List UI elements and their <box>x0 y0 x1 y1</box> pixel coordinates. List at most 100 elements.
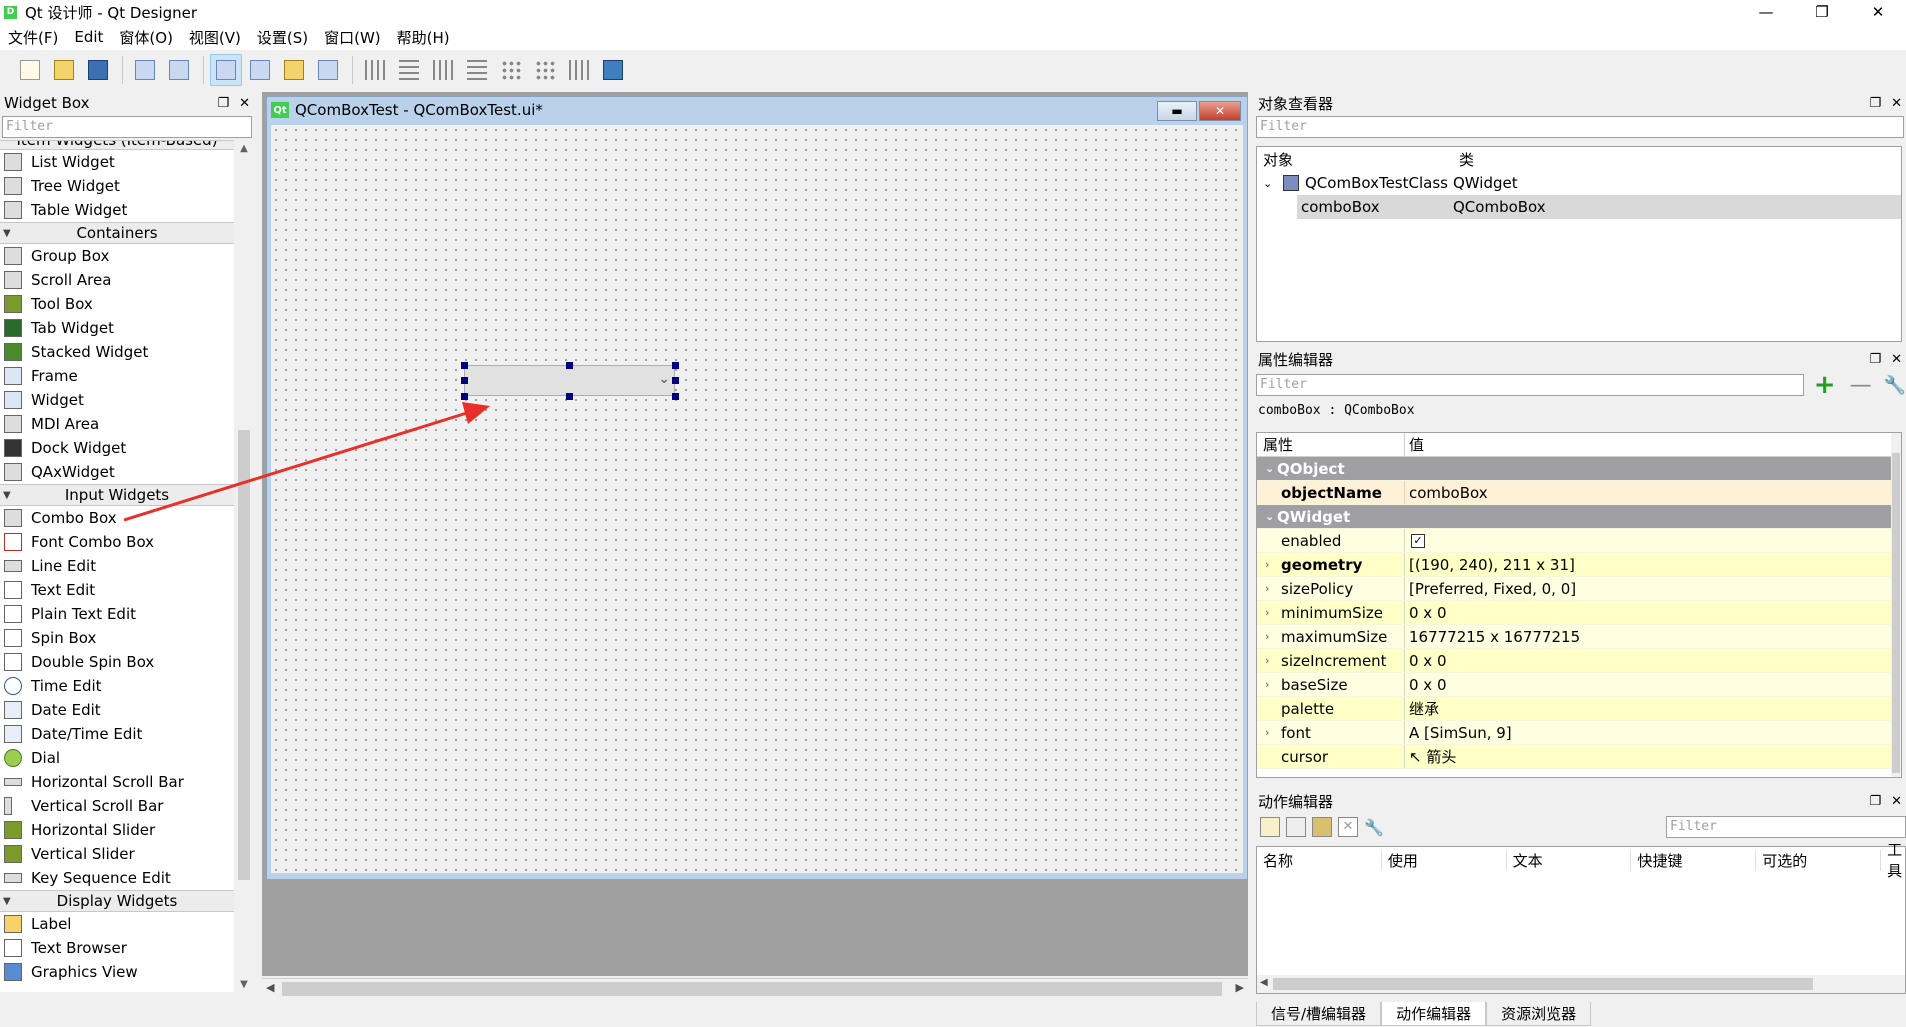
widget-item[interactable]: MDI Area <box>0 412 234 436</box>
property-value[interactable]: comboBox <box>1405 484 1488 502</box>
form-minimize-button[interactable]: ▬ <box>1157 101 1197 121</box>
widget-item[interactable]: Dock Widget <box>0 436 234 460</box>
resize-handle[interactable] <box>672 377 679 384</box>
widget-item[interactable]: Group Box <box>0 244 234 268</box>
edit-widgets-button[interactable] <box>210 54 242 86</box>
chevron-right-icon[interactable]: › <box>1265 582 1269 595</box>
property-row[interactable]: cursor ↖ 箭头 <box>1257 745 1901 769</box>
float-icon[interactable]: ❐ <box>1869 794 1881 809</box>
widget-item[interactable]: Frame <box>0 364 234 388</box>
chevron-right-icon[interactable]: › <box>1265 726 1269 739</box>
property-row[interactable]: › baseSize 0 x 0 <box>1257 673 1901 697</box>
property-filter-input[interactable]: Filter <box>1256 374 1804 396</box>
widget-item[interactable]: Tool Box <box>0 292 234 316</box>
widget-item[interactable]: Horizontal Slider <box>0 818 234 842</box>
property-row[interactable]: › maximumSize 16777215 x 16777215 <box>1257 625 1901 649</box>
widget-item[interactable]: Vertical Scroll Bar <box>0 794 234 818</box>
column-header-class[interactable]: 类 <box>1453 149 1474 170</box>
property-value[interactable]: ↖ 箭头 <box>1405 746 1456 767</box>
layout-v-splitter-button[interactable] <box>461 54 493 86</box>
form-canvas[interactable]: ⌄ <box>271 125 1243 873</box>
category-input-widgets[interactable]: ▼ Input Widgets <box>0 484 234 506</box>
layout-vertical-button[interactable] <box>393 54 425 86</box>
configure-icon[interactable]: 🔧 <box>1884 375 1906 396</box>
widget-item[interactable]: Time Edit <box>0 674 234 698</box>
menu-settings[interactable]: 设置(S) <box>249 27 316 48</box>
menu-form[interactable]: 窗体(O) <box>111 27 181 48</box>
column-header-value[interactable]: 值 <box>1405 434 1424 455</box>
action-table-scrollbar[interactable]: ◀ <box>1257 975 1905 993</box>
layout-h-splitter-button[interactable] <box>427 54 459 86</box>
resize-handle[interactable] <box>672 362 679 369</box>
widget-item[interactable]: QAxWidget <box>0 460 234 484</box>
column-header-object[interactable]: 对象 <box>1257 149 1453 170</box>
dock-close-icon[interactable]: ✕ <box>1891 794 1902 809</box>
scroll-left-icon[interactable]: ◀ <box>266 981 274 994</box>
menu-window[interactable]: 窗口(W) <box>316 27 389 48</box>
configure-icon[interactable]: 🔧 <box>1364 818 1384 837</box>
layout-grid-button[interactable] <box>495 54 527 86</box>
category-item-widgets[interactable]: Item Widgets (Item-Based) <box>0 140 234 150</box>
remove-property-icon[interactable]: — <box>1850 373 1872 398</box>
new-form-button[interactable] <box>14 54 46 86</box>
property-value[interactable]: [(190, 240), 211 x 31] <box>1405 556 1575 574</box>
chevron-right-icon[interactable]: › <box>1265 678 1269 691</box>
column-header[interactable]: 使用 <box>1382 849 1507 871</box>
new-action-icon[interactable] <box>1260 817 1280 837</box>
property-scrollbar[interactable] <box>1891 433 1901 777</box>
layout-form-button[interactable] <box>529 54 561 86</box>
widget-item[interactable]: Text Edit <box>0 578 234 602</box>
maximize-button[interactable]: ❐ <box>1794 0 1850 24</box>
send-to-back-button[interactable] <box>129 54 161 86</box>
column-header-property[interactable]: 属性 <box>1257 433 1405 456</box>
combo-box-widget[interactable]: ⌄ <box>464 365 675 396</box>
bring-to-front-button[interactable] <box>163 54 195 86</box>
property-value[interactable]: 0 x 0 <box>1405 652 1447 670</box>
edit-signals-slots-button[interactable] <box>244 54 276 86</box>
property-row[interactable]: › sizePolicy [Preferred, Fixed, 0, 0] <box>1257 577 1901 601</box>
property-value[interactable]: A [SimSun, 9] <box>1405 724 1512 742</box>
resize-handle[interactable] <box>566 362 573 369</box>
category-display-widgets[interactable]: ▼ Display Widgets <box>0 890 234 912</box>
edit-tab-order-button[interactable] <box>312 54 344 86</box>
property-value[interactable]: 16777215 x 16777215 <box>1405 628 1580 646</box>
widget-item[interactable]: Scroll Area <box>0 268 234 292</box>
scrollbar-thumb[interactable] <box>1273 978 1813 990</box>
widget-item[interactable]: Dial <box>0 746 234 770</box>
menu-help[interactable]: 帮助(H) <box>389 27 458 48</box>
column-header[interactable]: 名称 <box>1257 849 1382 871</box>
property-row[interactable]: › sizeIncrement 0 x 0 <box>1257 649 1901 673</box>
menu-edit[interactable]: Edit <box>66 28 111 46</box>
property-value[interactable]: [Preferred, Fixed, 0, 0] <box>1405 580 1576 598</box>
widget-item[interactable]: Graphics View <box>0 960 234 984</box>
resize-handle[interactable] <box>461 377 468 384</box>
column-header[interactable]: 工具 <box>1881 839 1905 881</box>
property-row[interactable]: enabled ✓ <box>1257 529 1901 553</box>
category-containers[interactable]: ▼ Containers <box>0 222 234 244</box>
widget-item[interactable]: Combo Box <box>0 506 234 530</box>
property-row[interactable]: › minimumSize 0 x 0 <box>1257 601 1901 625</box>
form-close-button[interactable]: ✕ <box>1199 101 1241 121</box>
column-header[interactable]: 快捷键 <box>1631 849 1757 871</box>
minimize-button[interactable]: — <box>1738 0 1794 24</box>
widget-item[interactable]: Tree Widget <box>0 174 234 198</box>
break-layout-button[interactable] <box>563 54 595 86</box>
widget-item[interactable]: Tab Widget <box>0 316 234 340</box>
tree-row-selected[interactable]: comboBox QComboBox <box>1297 195 1901 219</box>
property-group-qobject[interactable]: ⌄ QObject <box>1257 457 1901 481</box>
widget-item[interactable]: Date Edit <box>0 698 234 722</box>
dock-close-icon[interactable]: ✕ <box>239 96 250 111</box>
save-form-button[interactable] <box>82 54 114 86</box>
widget-item[interactable]: Line Edit <box>0 554 234 578</box>
widget-item[interactable]: Double Spin Box <box>0 650 234 674</box>
tab-signal-slot-editor[interactable]: 信号/槽编辑器 <box>1256 1002 1382 1026</box>
property-group-qwidget[interactable]: ⌄ QWidget <box>1257 505 1901 529</box>
chevron-down-icon[interactable]: ⌄ <box>1263 177 1277 190</box>
property-value[interactable]: 继承 <box>1405 698 1439 719</box>
property-row[interactable]: palette 继承 <box>1257 697 1901 721</box>
property-row[interactable]: objectName comboBox <box>1257 481 1901 505</box>
resize-handle[interactable] <box>566 393 573 400</box>
layout-horizontal-button[interactable] <box>359 54 391 86</box>
menu-view[interactable]: 视图(V) <box>181 27 249 48</box>
widget-item[interactable]: Vertical Slider <box>0 842 234 866</box>
